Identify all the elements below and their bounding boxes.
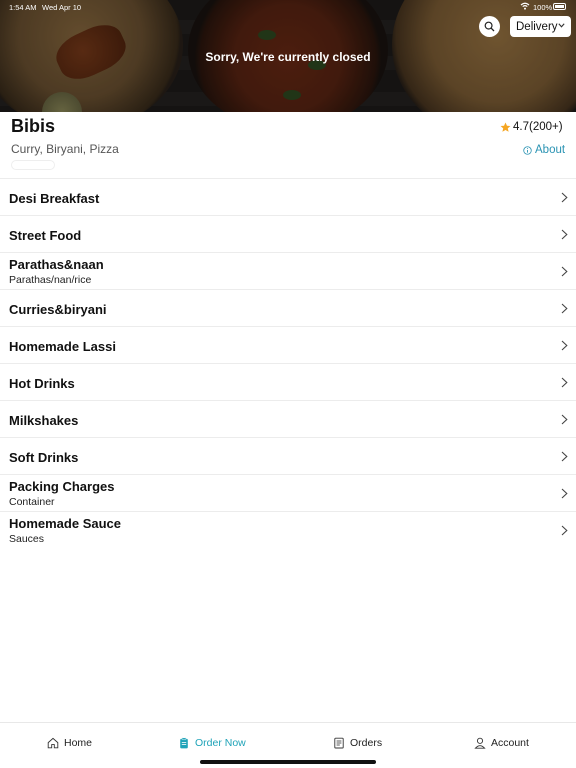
chevron-right-icon: [561, 192, 568, 203]
menu-category-list: Desi Breakfast Street Food Parathas&naan…: [0, 178, 576, 548]
about-link[interactable]: About: [523, 144, 565, 156]
about-label: About: [535, 144, 566, 156]
chevron-right-icon: [561, 525, 568, 536]
order-mode-label: Delivery: [516, 20, 558, 33]
category-row-soft-drinks[interactable]: Soft Drinks: [0, 437, 576, 474]
clipboard-icon: [180, 737, 188, 749]
category-title: Packing Charges: [9, 479, 115, 494]
category-title: Milkshakes: [9, 413, 79, 428]
category-subtitle: Parathas/nan/rice: [9, 274, 92, 286]
restaurant-name: Bibis: [11, 116, 56, 136]
chevron-right-icon: [561, 229, 568, 240]
category-title: Desi Breakfast: [9, 191, 100, 206]
tab-order-now-label: Order Now: [195, 737, 246, 749]
search-button[interactable]: [479, 16, 500, 37]
category-row-homemade-sauce[interactable]: Homemade Sauce Sauces: [0, 511, 576, 548]
category-row-hot-drinks[interactable]: Hot Drinks: [0, 363, 576, 400]
chevron-right-icon: [561, 488, 568, 499]
category-row-homemade-lassi[interactable]: Homemade Lassi: [0, 326, 576, 363]
closed-message: Sorry, We're currently closed: [205, 50, 371, 64]
category-row-curries-biryani[interactable]: Curries&biryani: [0, 289, 576, 326]
tab-home-label: Home: [64, 737, 93, 749]
category-row-desi-breakfast[interactable]: Desi Breakfast: [0, 178, 576, 215]
category-row-milkshakes[interactable]: Milkshakes: [0, 400, 576, 437]
home-indicator: [200, 760, 376, 764]
category-subtitle: Sauces: [9, 533, 45, 545]
home-icon: [47, 737, 59, 749]
category-title: Soft Drinks: [9, 450, 79, 465]
order-mode-dropdown[interactable]: Delivery: [510, 16, 571, 37]
status-date: Wed Apr 10: [42, 3, 82, 12]
category-title: Hot Drinks: [9, 376, 75, 391]
category-row-street-food[interactable]: Street Food: [0, 215, 576, 252]
battery-percent: 100%: [533, 3, 553, 12]
category-title: Street Food: [9, 228, 82, 243]
category-row-parathas-naan[interactable]: Parathas&naan Parathas/nan/rice: [0, 252, 576, 289]
chevron-right-icon: [561, 451, 568, 462]
tab-account[interactable]: Account: [474, 737, 529, 749]
tab-home[interactable]: Home: [47, 737, 92, 749]
restaurant-cuisines: Curry, Biryani, Pizza: [11, 142, 119, 156]
category-title: Parathas&naan: [9, 257, 104, 272]
restaurant-rating: 4.7(200+): [500, 121, 563, 133]
receipt-icon: [334, 737, 344, 749]
category-title: Curries&biryani: [9, 302, 107, 317]
chevron-down-icon: [558, 23, 565, 28]
rating-value: 4.7(200+): [513, 121, 563, 133]
info-icon: [523, 145, 532, 155]
wifi-icon: [520, 2, 530, 10]
user-icon: [474, 737, 486, 749]
tab-account-label: Account: [491, 737, 529, 749]
chevron-right-icon: [561, 414, 568, 425]
search-icon: [484, 21, 495, 32]
tab-orders-label: Orders: [350, 737, 383, 749]
hero-banner: 1:54 AM Wed Apr 10 100% Sorry, We're cur…: [0, 0, 576, 112]
status-bar: 1:54 AM Wed Apr 10 100%: [0, 0, 576, 14]
tab-orders[interactable]: Orders: [333, 737, 382, 749]
chevron-right-icon: [561, 266, 568, 277]
chevron-right-icon: [561, 303, 568, 314]
star-icon: [500, 122, 511, 132]
status-time: 1:54 AM: [9, 3, 37, 12]
chevron-right-icon: [561, 340, 568, 351]
category-subtitle: Container: [9, 496, 55, 508]
battery-icon: [553, 3, 566, 10]
category-row-packing-charges[interactable]: Packing Charges Container: [0, 474, 576, 511]
category-title: Homemade Sauce: [9, 516, 121, 531]
category-title: Homemade Lassi: [9, 339, 116, 354]
tab-order-now[interactable]: Order Now: [178, 737, 246, 749]
chevron-right-icon: [561, 377, 568, 388]
tag-placeholder: [11, 160, 55, 170]
